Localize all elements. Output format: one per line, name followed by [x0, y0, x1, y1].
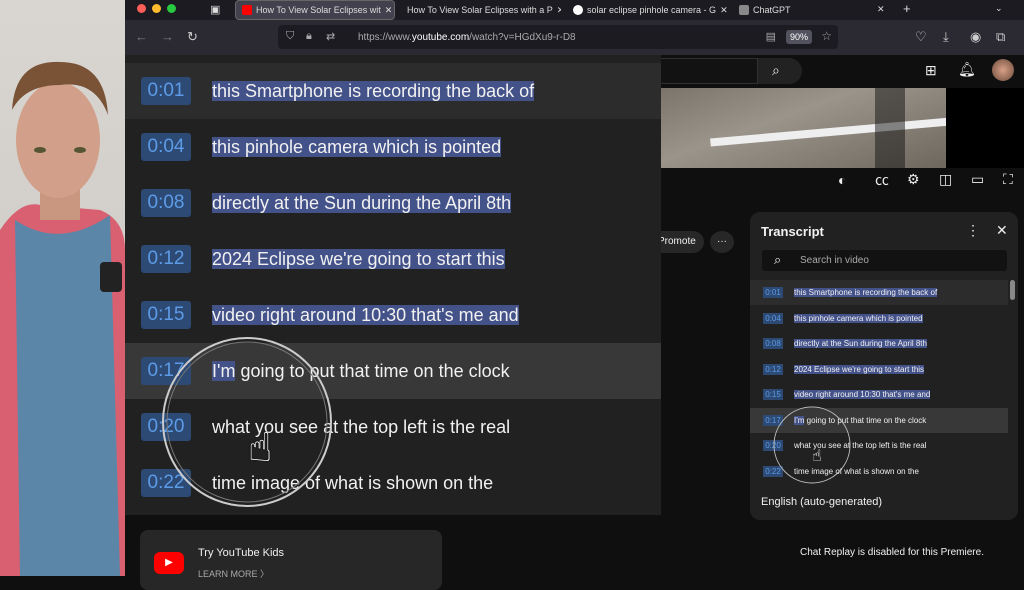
presenter-image [0, 61, 125, 576]
language-selector[interactable]: English (auto-generated) [761, 496, 882, 508]
transcript-segment[interactable]: 0:08 directly at the Sun during the April… [750, 331, 1008, 356]
youtube-kids-card[interactable]: ▶ Try YouTube Kids LEARN MORE 〉 [140, 530, 442, 590]
reload-button[interactable]: ↻ [187, 29, 198, 45]
tab-3[interactable]: solar eclipse pinhole camera - G ✕ [567, 0, 727, 20]
close-tab-icon[interactable]: ✕ [877, 4, 885, 15]
lock-icon[interactable]: 🔒︎ [306, 30, 312, 43]
segment-text: this pinhole camera which is pointed [794, 313, 923, 323]
reader-view-icon[interactable]: ▤ [766, 30, 776, 43]
close-window-button[interactable] [137, 4, 146, 13]
timestamp: 0:12 [141, 245, 191, 273]
chat-replay-notice: Chat Replay is disabled for this Premier… [800, 547, 984, 558]
click-highlight-circle-small [773, 406, 851, 484]
back-button[interactable]: ← [135, 29, 148, 44]
transcript-segment[interactable]: 0:08 directly at the Sun during the April… [125, 175, 661, 231]
tab-2[interactable]: How To View Solar Eclipses with a P ✕ [401, 0, 561, 20]
account-icon[interactable]: ◉ [970, 29, 981, 45]
youtube-icon [242, 5, 252, 15]
chatgpt-icon [739, 5, 749, 15]
create-video-icon[interactable]: ⊞ [925, 63, 937, 77]
tab-4[interactable]: ChatGPT [733, 0, 893, 20]
segment-text: 2024 Eclipse we're going to start this [212, 248, 505, 269]
close-tab-icon[interactable]: ✕ [720, 5, 727, 16]
timestamp: 0:01 [141, 77, 191, 105]
search-icon: ⌕ [774, 252, 782, 267]
youtube-kids-logo: ▶ [154, 552, 184, 574]
download-icon[interactable]: ⤓ [943, 29, 949, 45]
timestamp: 0:08 [141, 189, 191, 217]
permissions-icon[interactable]: ⇄ [326, 30, 335, 43]
search-button[interactable]: ⌕ [758, 58, 802, 84]
transcript-segment[interactable]: 0:12 2024 Eclipse we're going to start th… [750, 357, 1008, 382]
theater-mode-icon[interactable]: ▭ [971, 172, 984, 186]
webcam-presenter [0, 0, 125, 576]
timestamp: 0:15 [141, 301, 191, 329]
new-tab-button[interactable]: + [903, 1, 911, 16]
close-tab-icon[interactable]: ✕ [557, 5, 561, 16]
avatar[interactable] [992, 59, 1014, 81]
forward-button[interactable]: → [161, 29, 174, 44]
timestamp: 0:04 [763, 312, 783, 324]
browser-tab-bar: ▣ How To View Solar Eclipses wit ✕ How To… [125, 0, 1024, 20]
settings-gear-icon[interactable]: ⚙ [907, 172, 920, 186]
hand-cursor-icon: ☝︎ [812, 448, 822, 465]
shield-icon[interactable]: ⛉ [286, 30, 294, 43]
video-player[interactable] [660, 88, 946, 168]
transcript-segment[interactable]: 0:04 this pinhole camera which is pointed [125, 119, 661, 175]
maximize-window-button[interactable] [167, 4, 176, 13]
miniplayer-icon[interactable]: ◫ [939, 172, 952, 186]
address-bar[interactable]: ⛉ 🔒︎ ⇄ https://www. youtube.com/watch?v=H… [278, 25, 838, 49]
search-icon: ⌕ [772, 62, 780, 78]
segment-text: video right around 10:30 that's me and [212, 304, 519, 325]
search-input[interactable] [660, 58, 758, 84]
pocket-icon[interactable]: ♡ [915, 29, 927, 45]
segment-text: this Smartphone is recording the back of [212, 80, 535, 101]
extensions-icon[interactable]: ⧉ [996, 29, 1005, 45]
scrollbar[interactable] [1010, 280, 1015, 300]
bookmark-star-icon[interactable]: ☆ [821, 29, 832, 43]
transcript-segment[interactable]: 0:01 this Smartphone is recording the bac… [125, 63, 661, 119]
more-actions-button[interactable]: ··· [710, 231, 734, 253]
browser-toolbar: ← → ↻ ⛉ 🔒︎ ⇄ https://www. youtube.com/wat… [125, 20, 1024, 55]
timestamp: 0:08 [763, 338, 783, 349]
video-frame-shadow [875, 88, 905, 168]
kids-title: Try YouTube Kids [198, 547, 285, 559]
zoom-level[interactable]: 90% [785, 30, 812, 44]
timestamp: 0:15 [763, 389, 783, 400]
autoplay-toggle[interactable]: ◐ [838, 173, 846, 187]
close-tab-icon[interactable]: ✕ [385, 5, 393, 16]
segment-text: video right around 10:30 that's me and [794, 390, 931, 399]
google-icon [573, 5, 583, 15]
click-highlight-circle [162, 337, 332, 507]
segment-text: directly at the Sun during the April 8th [794, 339, 927, 348]
transcript-segment[interactable]: 0:15 video right around 10:30 that's me a… [750, 382, 1008, 407]
tab-overview-icon[interactable]: ▣ [210, 3, 220, 16]
timestamp: 0:04 [141, 133, 191, 161]
tab-list-chevron-icon[interactable]: ⌄ [995, 3, 1003, 14]
more-options-icon[interactable]: ⋮ [966, 223, 980, 237]
hand-cursor-icon: ☝︎ [248, 426, 273, 470]
timestamp: 0:01 [763, 287, 783, 298]
transcript-segment[interactable]: 0:01 this Smartphone is recording the bac… [750, 280, 1008, 305]
fullscreen-icon[interactable]: ⛶ [1003, 172, 1013, 186]
segment-text: this pinhole camera which is pointed [212, 136, 502, 157]
video-frame-line [710, 117, 946, 147]
close-icon[interactable]: ✕ [996, 223, 1008, 237]
notifications-bell-icon[interactable]: 🔔︎ [958, 62, 976, 76]
segment-text: 2024 Eclipse we're going to start this [794, 364, 925, 374]
transcript-title: Transcript [761, 224, 824, 239]
segment-text: directly at the Sun during the April 8th [212, 192, 512, 213]
minimize-window-button[interactable] [152, 4, 161, 13]
transcript-search-input[interactable]: ⌕ Search in video [762, 250, 1007, 271]
tab-1[interactable]: How To View Solar Eclipses wit ✕ [235, 0, 395, 20]
captions-icon[interactable]: ㏄ [875, 173, 889, 187]
timestamp: 0:12 [763, 363, 783, 375]
segment-text: this Smartphone is recording the back of [794, 288, 938, 297]
learn-more-link[interactable]: LEARN MORE 〉 [198, 567, 269, 580]
video-letterbox [946, 88, 1024, 168]
transcript-segment[interactable]: 0:12 2024 Eclipse we're going to start th… [125, 231, 661, 287]
transcript-segment[interactable]: 0:04 this pinhole camera which is pointed [750, 306, 1008, 331]
